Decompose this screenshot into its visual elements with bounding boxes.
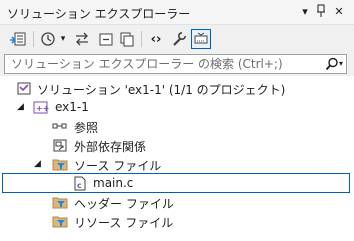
tree-node-label: ソース ファイル (74, 159, 162, 173)
clock-icon (41, 32, 55, 46)
pending-changes-button[interactable] (39, 29, 57, 49)
properties-button[interactable] (170, 29, 188, 49)
sync-active-document-button[interactable] (73, 29, 91, 49)
pin-button[interactable] (314, 4, 328, 20)
search-input[interactable] (11, 57, 316, 71)
tree-node-project[interactable]: ◢ ++ ex1-1 (0, 98, 352, 117)
tree-node-source-files[interactable]: ◢ ソース ファイル (0, 155, 352, 174)
view-code-button[interactable]: ‹› (148, 29, 164, 49)
switch-views-button[interactable] (8, 29, 28, 49)
pin-icon (317, 4, 325, 17)
tree-node-label: リソース ファイル (74, 216, 174, 230)
svg-text:c: c (77, 181, 82, 190)
wrench-icon (173, 31, 187, 46)
toolbar: ▾ ‹› (0, 25, 354, 52)
history-dropdown-button[interactable]: ▾ (58, 29, 68, 49)
tree-node-references[interactable]: 参照 (0, 117, 352, 136)
tree-node-header-files[interactable]: ヘッダー ファイル (0, 193, 352, 212)
window-dropdown-button[interactable]: ▾ (298, 4, 312, 20)
tree-node-label: 外部依存関係 (74, 140, 147, 154)
title-bar: ソリューション エクスプローラー ▾ ✕ (0, 0, 354, 25)
collapse-all-icon (99, 33, 113, 46)
tree-node-label: main.c (93, 176, 134, 190)
filter-folder-icon (52, 197, 68, 209)
search-options-dropdown[interactable]: ▾ (339, 57, 343, 71)
window-title: ソリューション エクスプローラー (7, 7, 191, 21)
expanded-arrow-icon[interactable]: ◢ (34, 158, 41, 171)
tree-node-main-c[interactable]: c main.c (2, 173, 350, 193)
toolbar-separator (33, 31, 34, 47)
collapse-all-button[interactable] (97, 29, 115, 49)
references-icon (52, 123, 67, 129)
expanded-arrow-icon[interactable]: ◢ (17, 101, 24, 114)
tree-node-label: ソリューション 'ex1-1' (1/1 のプロジェクト) (37, 83, 286, 97)
tree-node-resource-files[interactable]: リソース ファイル (0, 212, 352, 231)
tree-node-solution[interactable]: ソリューション 'ex1-1' (1/1 のプロジェクト) (0, 79, 352, 98)
sync-arrows-icon (76, 32, 88, 46)
c-file-icon: c (74, 176, 86, 191)
cpp-project-icon: ++ (33, 101, 49, 114)
search-icon[interactable] (325, 57, 339, 71)
close-button[interactable]: ✕ (332, 4, 346, 20)
copy-files-icon (120, 32, 134, 47)
svg-text:++: ++ (36, 104, 49, 113)
switch-views-icon (10, 32, 26, 46)
toolbar-separator (141, 31, 142, 47)
solution-icon (17, 82, 31, 95)
preview-icon (194, 32, 208, 44)
tree-node-external-dependencies[interactable]: 外部依存関係 (0, 136, 352, 155)
filter-folder-icon (52, 216, 68, 228)
filter-folder-icon (52, 159, 68, 171)
external-dependencies-icon (53, 139, 67, 152)
show-all-files-button[interactable] (118, 29, 136, 49)
solution-tree: ソリューション 'ex1-1' (1/1 のプロジェクト) ◢ ++ ex1-1… (0, 76, 354, 241)
search-box: ▾ (4, 54, 347, 74)
tree-node-label: ヘッダー ファイル (74, 197, 174, 211)
preview-selected-items-button[interactable] (191, 29, 211, 49)
tree-node-label: 参照 (74, 121, 99, 135)
tree-node-label: ex1-1 (55, 100, 89, 114)
